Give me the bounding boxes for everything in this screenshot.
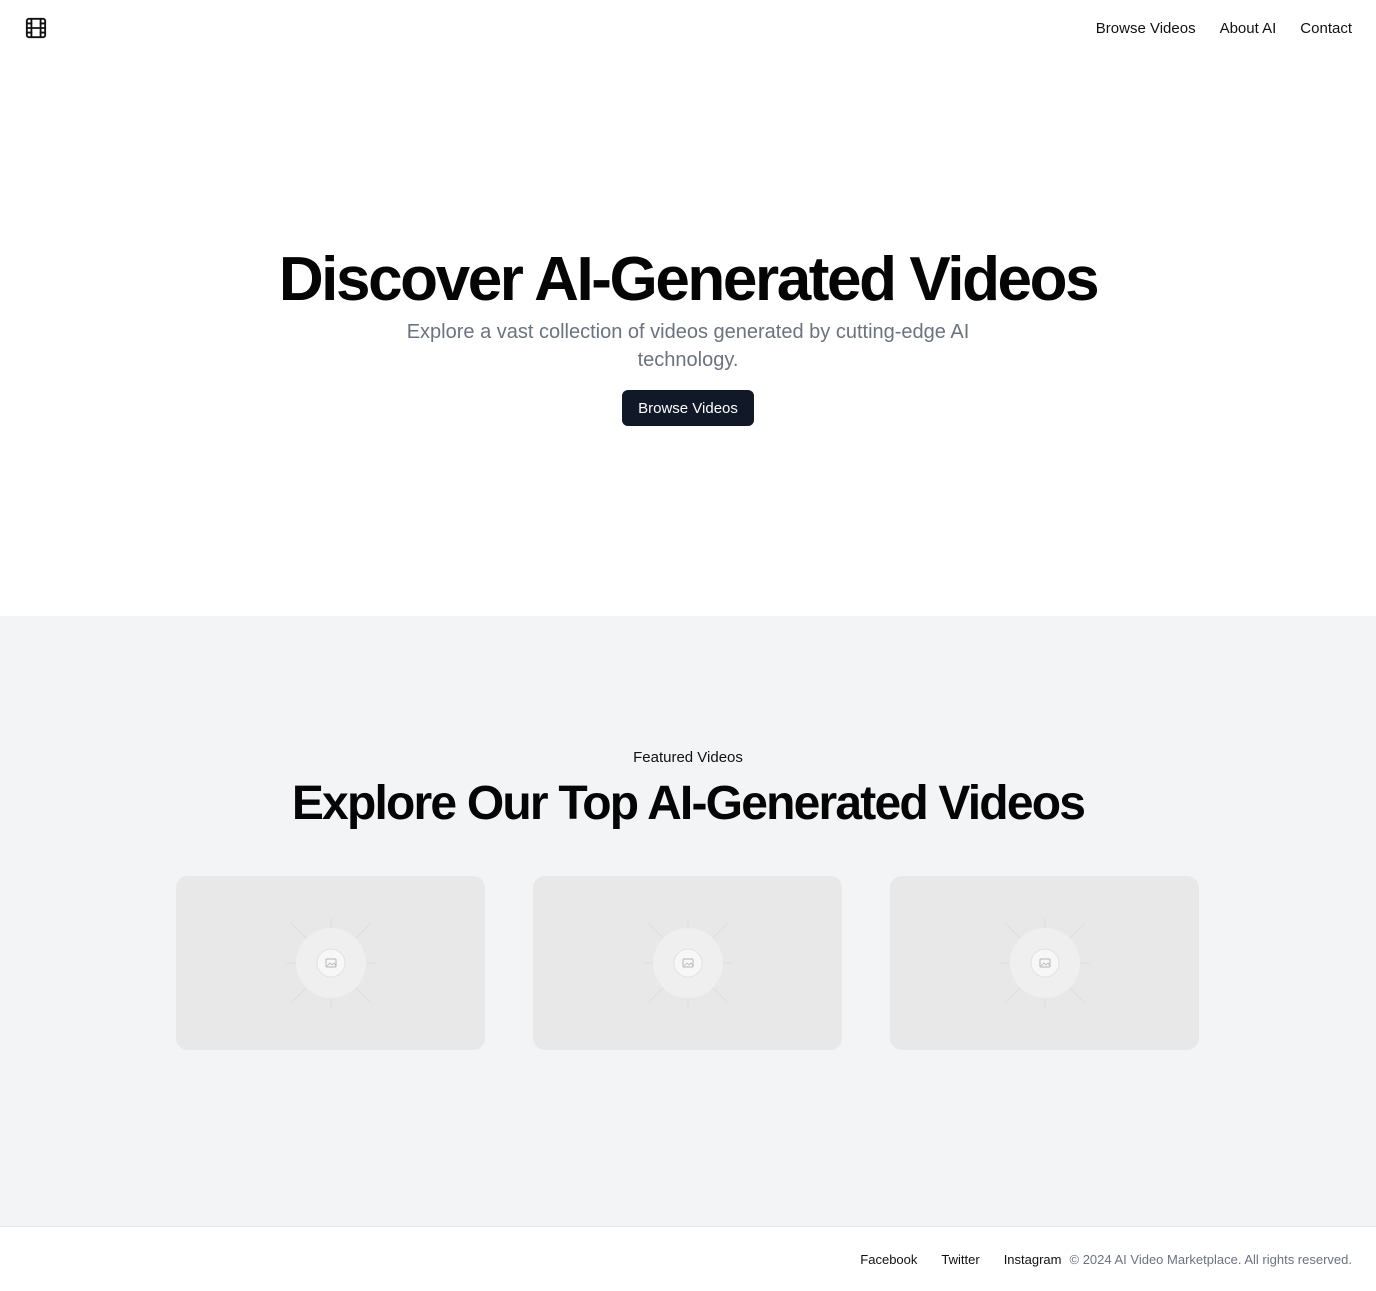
browse-videos-button[interactable]: Browse Videos xyxy=(622,390,754,426)
featured-title: Explore Our Top AI-Generated Videos xyxy=(291,777,1086,830)
video-card[interactable] xyxy=(890,876,1199,1050)
footer-link-instagram[interactable]: Instagram xyxy=(1004,1252,1062,1267)
nav-browse-videos[interactable]: Browse Videos xyxy=(1096,20,1196,37)
image-placeholder-icon xyxy=(642,918,733,1008)
film-icon[interactable] xyxy=(24,16,48,40)
featured-section: Featured Videos Explore Our Top AI-Gener… xyxy=(0,616,1376,1226)
video-card[interactable] xyxy=(176,876,485,1050)
image-placeholder-icon xyxy=(285,918,376,1008)
nav-about-ai[interactable]: About AI xyxy=(1220,20,1277,37)
site-header: Browse Videos About AI Contact xyxy=(0,0,1376,56)
main-nav: Browse Videos About AI Contact xyxy=(1096,20,1352,37)
hero-title: Discover AI-Generated Videos xyxy=(278,245,1100,314)
footer-social-links: Facebook Twitter Instagram xyxy=(860,1252,1061,1267)
copyright-text: © 2024 AI Video Marketplace. All rights … xyxy=(1069,1251,1353,1267)
nav-contact[interactable]: Contact xyxy=(1300,20,1352,37)
video-card[interactable] xyxy=(533,876,842,1050)
hero-subtitle: Explore a vast collection of videos gene… xyxy=(406,321,970,371)
site-footer: Facebook Twitter Instagram © 2024 AI Vid… xyxy=(0,1226,1376,1291)
footer-link-twitter[interactable]: Twitter xyxy=(941,1252,979,1267)
video-card-grid xyxy=(176,876,1200,1050)
featured-eyebrow: Featured Videos xyxy=(633,749,743,766)
footer-link-facebook[interactable]: Facebook xyxy=(860,1252,917,1267)
hero-section: Discover AI-Generated Videos Explore a v… xyxy=(0,56,1376,616)
image-placeholder-icon xyxy=(999,918,1090,1008)
